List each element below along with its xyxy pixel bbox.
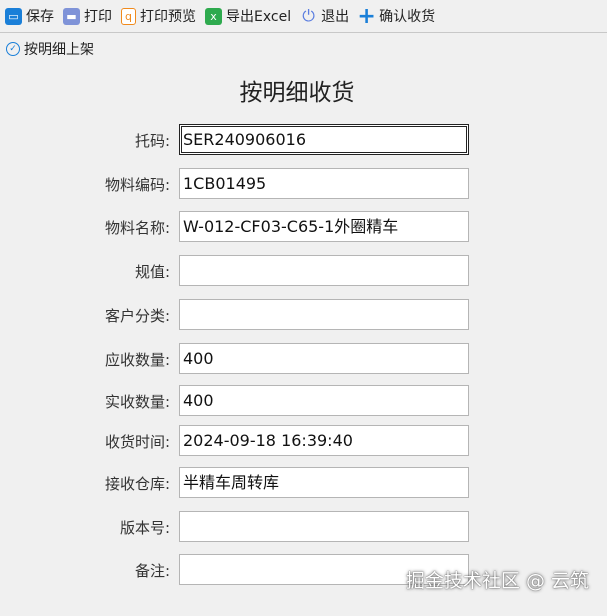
export-excel-button[interactable]: x 导出Excel <box>205 6 291 26</box>
field-label: 接收仓库: <box>104 475 170 493</box>
shelve-by-detail-button[interactable]: ✓ 按明细上架 <box>6 39 94 59</box>
power-icon: ⏻ <box>302 6 315 25</box>
field-label: 物料编码: <box>104 176 170 194</box>
field-label: 收货时间: <box>104 433 170 451</box>
expected-qty-input[interactable]: 400 <box>179 343 469 374</box>
plus-icon: + <box>357 3 376 29</box>
save-label: 保存 <box>26 9 54 25</box>
page-title: 按明细收货 <box>239 80 355 106</box>
printer-icon: ▬ <box>63 7 80 25</box>
save-button[interactable]: ▭ 保存 <box>5 6 54 26</box>
form-row: 接收仓库: 半精车周转库 <box>0 467 607 499</box>
field-label: 规值: <box>134 263 170 281</box>
received-qty-input[interactable]: 400 <box>179 385 469 416</box>
toolbar: ▭ 保存 ▬ 打印 q 打印预览 x 导出Excel ⏻ 退出 + 确认收货 <box>0 0 607 33</box>
print-button[interactable]: ▬ 打印 <box>63 6 112 26</box>
exit-button[interactable]: ⏻ 退出 <box>300 6 349 26</box>
excel-icon: x <box>205 7 222 25</box>
export-label: 导出Excel <box>226 9 292 25</box>
field-label: 客户分类: <box>104 307 170 325</box>
receipt-time-input[interactable]: 2024-09-18 16:39:40 <box>179 425 469 456</box>
watermark: 掘金技术社区 @ 云筑 <box>405 570 589 592</box>
form-row: 物料编码: 1CB01495 <box>0 168 607 200</box>
confirm-label: 确认收货 <box>379 9 436 25</box>
customer-category-input[interactable] <box>179 299 469 330</box>
exit-label: 退出 <box>321 9 350 25</box>
field-label: 托码: <box>134 132 170 150</box>
material-code-input[interactable]: 1CB01495 <box>179 168 469 199</box>
print-label: 打印 <box>84 9 112 25</box>
form-row: 版本号: <box>0 511 607 543</box>
check-circle-icon: ✓ <box>6 42 20 56</box>
form-row: 物料名称: W-012-CF03-C65-1外圈精车 <box>0 211 607 243</box>
field-label: 备注: <box>134 562 170 580</box>
material-name-input[interactable]: W-012-CF03-C65-1外圈精车 <box>179 211 469 242</box>
warehouse-input[interactable]: 半精车周转库 <box>179 467 469 498</box>
confirm-receipt-button[interactable]: + 确认收货 <box>357 3 436 29</box>
form-row: 收货时间: 2024-09-18 16:39:40 <box>0 425 607 457</box>
preview-icon: q <box>121 7 136 25</box>
pallet-code-input[interactable]: SER240906016 <box>179 124 469 155</box>
print-preview-button[interactable]: q 打印预览 <box>121 6 196 26</box>
version-input[interactable] <box>179 511 469 542</box>
shelve-label: 按明细上架 <box>24 42 94 58</box>
form-row: 托码: SER240906016 <box>0 124 607 156</box>
field-label: 实收数量: <box>104 393 170 411</box>
field-label: 版本号: <box>119 519 170 537</box>
form-row: 规值: <box>0 255 607 287</box>
field-label: 物料名称: <box>104 219 170 237</box>
field-label: 应收数量: <box>104 351 170 369</box>
form-row: 实收数量: 400 <box>0 385 607 417</box>
save-icon: ▭ <box>5 7 22 25</box>
preview-label: 打印预览 <box>140 9 196 25</box>
spec-input[interactable] <box>179 255 469 286</box>
form-row: 客户分类: <box>0 299 607 331</box>
form-row: 应收数量: 400 <box>0 343 607 375</box>
